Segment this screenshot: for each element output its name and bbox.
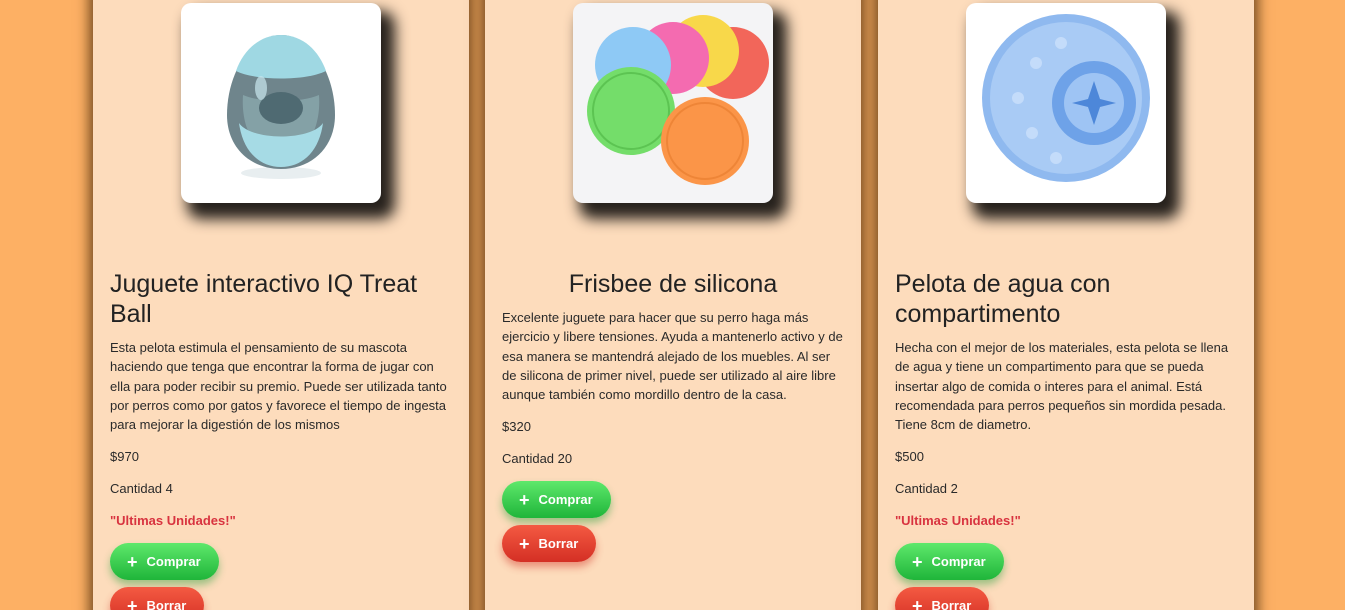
- plus-icon: +: [127, 551, 138, 572]
- low-stock-warning: "Ultimas Unidades!": [110, 513, 236, 529]
- product-description: Excelente juguete para hacer que su perr…: [502, 310, 843, 403]
- buy-button[interactable]: + Comprar: [502, 481, 611, 519]
- product-title: Frisbee de silicona: [568, 270, 778, 298]
- product-quantity: Cantidad 20: [502, 451, 573, 467]
- product-image-frisbee: [573, 3, 773, 203]
- product-grid: Juguete interactivo IQ Treat Ball Esta p…: [0, 0, 1345, 610]
- delete-button[interactable]: + Borrar: [895, 587, 990, 610]
- product-image-water-ball: [966, 3, 1166, 203]
- product-card: Pelota de agua con compartimento Hecha c…: [878, 0, 1254, 610]
- water-ball-picture: [982, 14, 1150, 182]
- product-description: Hecha con el mejor de los materiales, es…: [895, 340, 1229, 433]
- product-price: $970: [110, 449, 139, 465]
- buy-button-label: Comprar: [146, 554, 201, 570]
- plus-icon: +: [912, 551, 923, 572]
- card-actions: + Comprar + Borrar: [502, 481, 844, 563]
- product-card: Juguete interactivo IQ Treat Ball Esta p…: [93, 0, 469, 610]
- buy-button-label: Comprar: [538, 492, 593, 508]
- plus-icon: +: [519, 489, 530, 510]
- product-price: $500: [895, 449, 924, 465]
- plus-icon: +: [519, 533, 530, 554]
- plus-icon: +: [912, 595, 923, 610]
- delete-button[interactable]: + Borrar: [502, 525, 597, 563]
- product-description: Esta pelota estimula el pensamiento de s…: [110, 340, 447, 433]
- product-title: Juguete interactivo IQ Treat Ball: [110, 270, 418, 328]
- product-quantity: Cantidad 2: [895, 481, 958, 497]
- card-actions: + Comprar + Borrar: [110, 543, 452, 610]
- product-title: Pelota de agua con compartimento: [895, 270, 1111, 328]
- frisbees-picture: [587, 15, 769, 185]
- plus-icon: +: [127, 595, 138, 610]
- card-actions: + Comprar + Borrar: [895, 543, 1237, 610]
- delete-button-label: Borrar: [146, 598, 187, 610]
- buy-button[interactable]: + Comprar: [895, 543, 1004, 581]
- low-stock-warning: "Ultimas Unidades!": [895, 513, 1021, 529]
- delete-button-label: Borrar: [538, 536, 579, 552]
- delete-button-label: Borrar: [931, 598, 972, 610]
- delete-button[interactable]: + Borrar: [110, 587, 205, 610]
- product-card: Frisbee de silicona Excelente juguete pa…: [485, 0, 861, 610]
- product-quantity: Cantidad 4: [110, 481, 173, 497]
- buy-button-label: Comprar: [931, 554, 986, 570]
- product-image-treat-ball: [181, 3, 381, 203]
- buy-button[interactable]: + Comprar: [110, 543, 219, 581]
- product-price: $320: [502, 419, 531, 435]
- treat-ball-picture: [227, 35, 335, 179]
